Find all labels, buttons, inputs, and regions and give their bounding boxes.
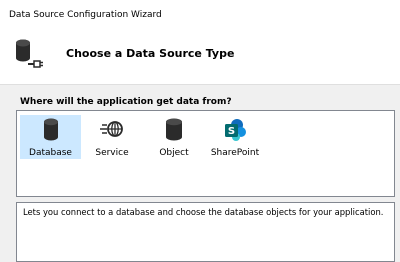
sharepoint-icon: S <box>225 119 246 141</box>
svg-text:S: S <box>228 126 235 137</box>
type-item-database[interactable]: Database <box>20 115 81 159</box>
title-bar: Data Source Configuration Wizard <box>0 0 400 30</box>
database-connector-icon <box>16 39 43 68</box>
source-question-label: Where will the application get data from… <box>20 97 232 107</box>
type-label-service: Service <box>95 148 129 158</box>
type-item-sharepoint[interactable]: S SharePoint <box>207 115 263 159</box>
window-title: Data Source Configuration Wizard <box>9 10 162 20</box>
type-item-object[interactable]: Object <box>149 115 199 159</box>
database-icon <box>43 118 58 141</box>
type-label-database: Database <box>29 148 72 158</box>
data-source-type-list: Database Service Object S SharePoint <box>16 110 395 197</box>
service-icon <box>100 121 123 137</box>
type-description-box: Lets you connect to a database and choos… <box>16 202 395 262</box>
type-label-object: Object <box>159 148 189 158</box>
page-heading: Choose a Data Source Type <box>66 47 235 60</box>
type-item-service[interactable]: Service <box>87 115 137 159</box>
type-description-text: Lets you connect to a database and choos… <box>23 207 384 217</box>
object-icon <box>166 118 182 141</box>
wizard-header: Choose a Data Source Type <box>0 30 400 85</box>
type-label-sharepoint: SharePoint <box>210 148 260 158</box>
